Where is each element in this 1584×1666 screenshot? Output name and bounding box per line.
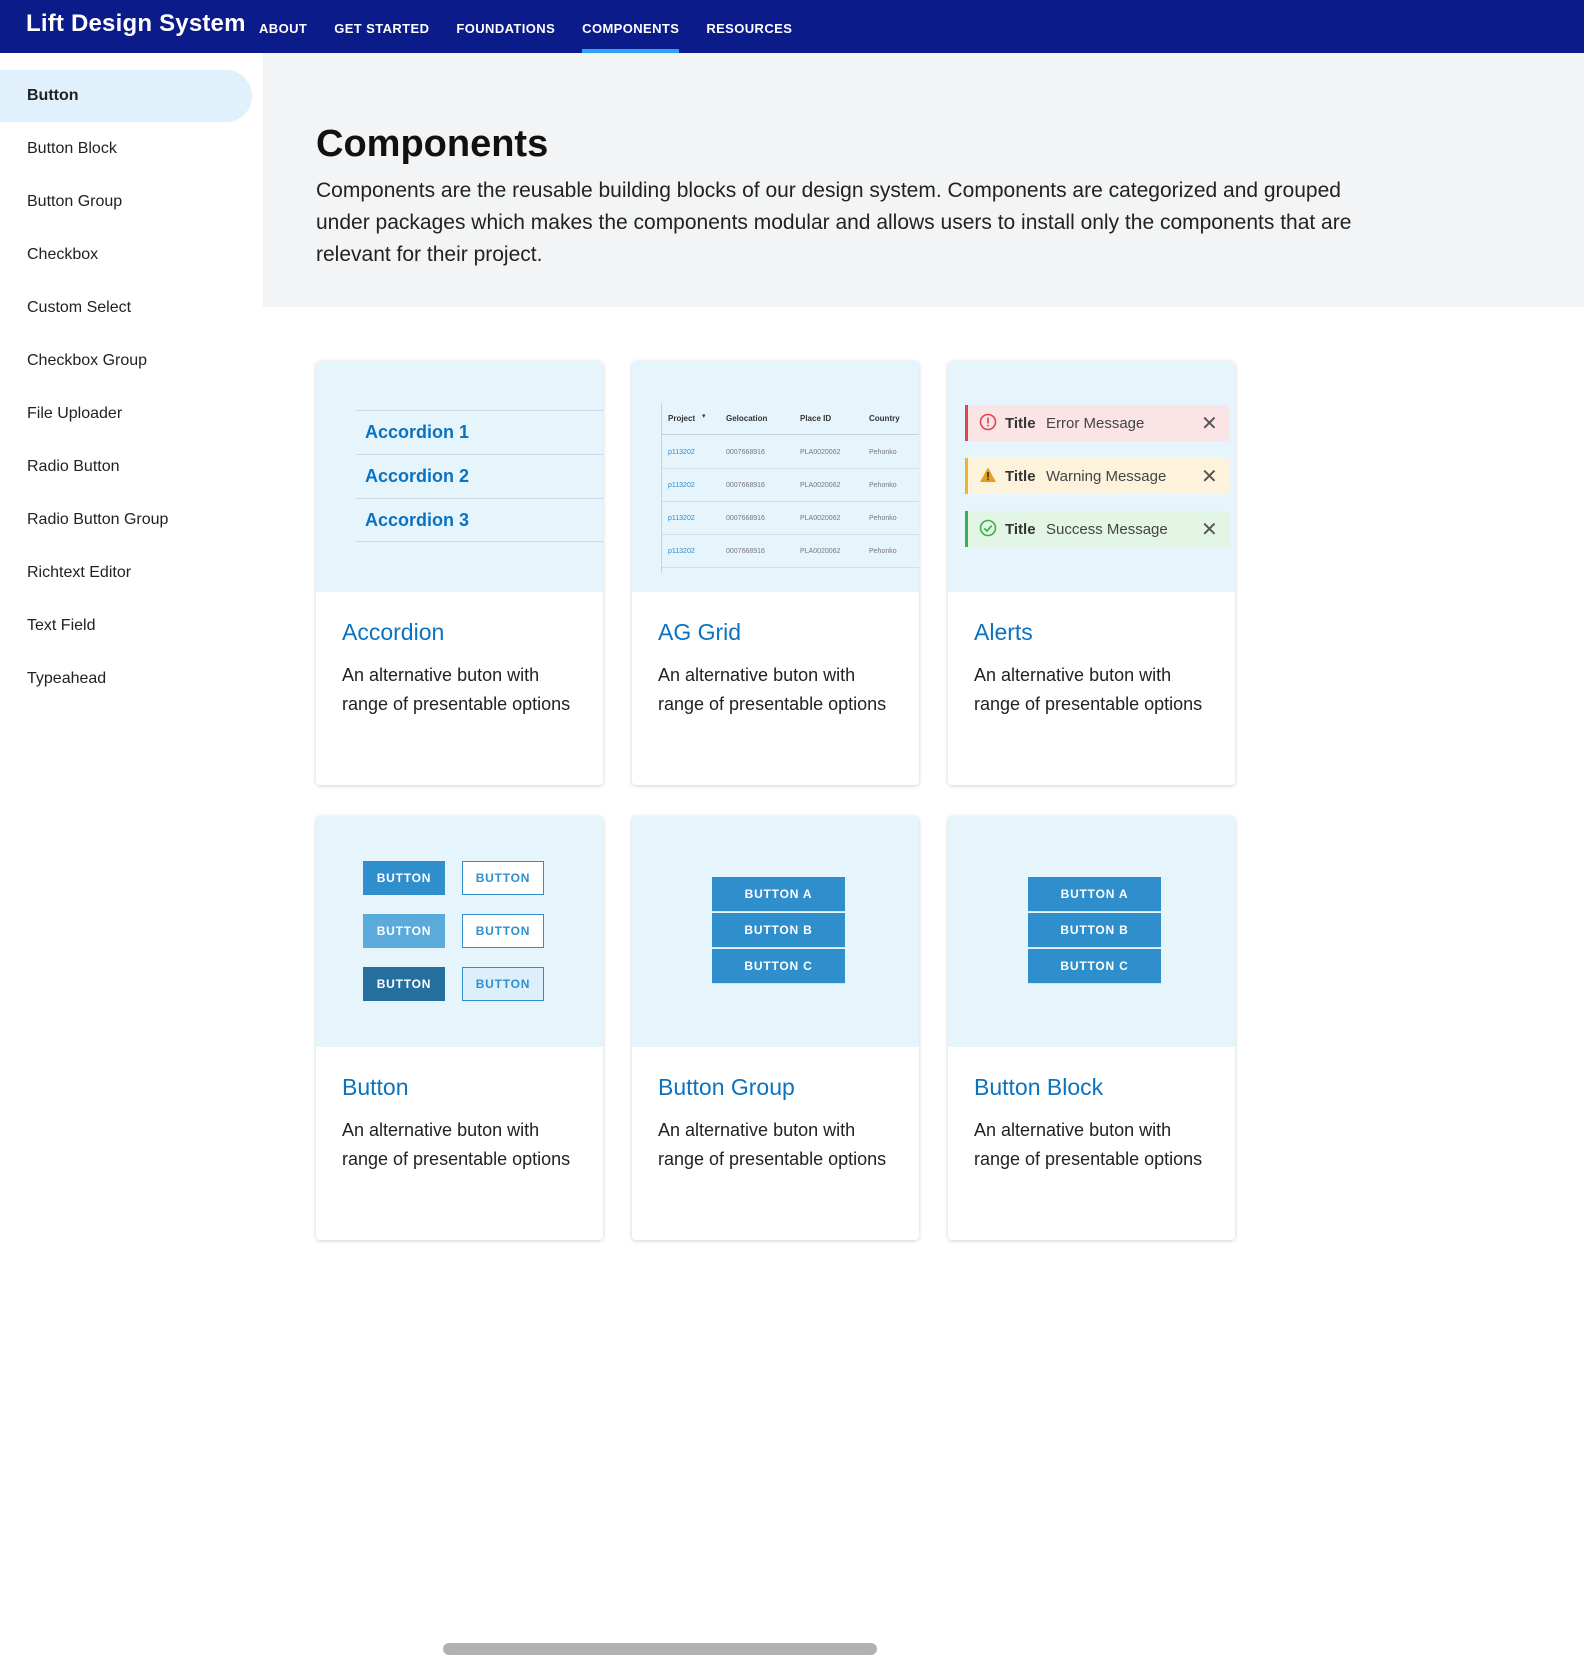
alerts-preview: Title Error Message ✕ Title Warning Mess…: [948, 361, 1235, 592]
close-icon[interactable]: ✕: [1201, 517, 1218, 542]
card-title[interactable]: Alerts: [974, 619, 1033, 646]
error-icon: [979, 413, 997, 431]
pressed-button-preview[interactable]: BUTTON: [363, 967, 445, 1001]
grid-preview-row: p113202 0007668916 PLA0020062 Pehonko: [662, 469, 919, 502]
card-description: An alternative buton with range of prese…: [658, 1120, 887, 1169]
card-description: An alternative buton with range of prese…: [974, 665, 1203, 714]
sort-caret-icon: ▾: [702, 413, 706, 420]
page-description: Components are the reusable building blo…: [316, 179, 1352, 266]
group-button-b[interactable]: BUTTON B: [712, 913, 845, 948]
grid-preview-row: p113202 0007668916 PLA0020062 Pehonko: [662, 436, 919, 469]
block-button-b[interactable]: BUTTON B: [1028, 913, 1161, 948]
card-ag-grid[interactable]: Project ▾ Gelocation Place ID Country p1…: [632, 361, 919, 785]
success-alert-preview: Title Success Message ✕: [965, 511, 1230, 547]
card-description: An alternative buton with range of prese…: [342, 1120, 571, 1169]
check-circle-icon: [979, 519, 997, 537]
top-navigation-bar: Lift Design System ABOUT GET STARTED FOU…: [0, 0, 1584, 53]
grid-preview-table: Project ▾ Gelocation Place ID Country p1…: [661, 403, 919, 573]
card-button-group[interactable]: BUTTON A BUTTON B BUTTON C Button Group …: [632, 816, 919, 1240]
sidebar-item-file-uploader[interactable]: File Uploader: [0, 388, 252, 440]
card-title[interactable]: Accordion: [342, 619, 444, 646]
error-alert-preview: Title Error Message ✕: [965, 405, 1230, 441]
grid-preview-row: p113202 0007668916 PLA0020062 Pehonko: [662, 535, 919, 568]
sidebar-item-button[interactable]: Button: [0, 70, 252, 122]
sidebar-item-richtext-editor[interactable]: Richtext Editor: [0, 547, 252, 599]
ag-grid-preview: Project ▾ Gelocation Place ID Country p1…: [632, 361, 919, 592]
accordion-preview: Accordion 1 Accordion 2 Accordion 3: [316, 361, 603, 592]
outline-button-preview[interactable]: BUTTON: [462, 861, 544, 895]
card-button-block[interactable]: BUTTON A BUTTON B BUTTON C Button Block …: [948, 816, 1235, 1240]
sidebar-item-text-field[interactable]: Text Field: [0, 600, 252, 652]
nav-foundations[interactable]: FOUNDATIONS: [456, 0, 555, 53]
sidebar-item-radio-button-group[interactable]: Radio Button Group: [0, 494, 252, 546]
outline-pressed-button-preview[interactable]: BUTTON: [462, 967, 544, 1001]
sidebar-item-custom-select[interactable]: Custom Select: [0, 282, 252, 334]
brand-logo[interactable]: Lift Design System: [26, 10, 246, 38]
group-button-c[interactable]: BUTTON C: [712, 949, 845, 984]
accordion-preview-item: Accordion 3: [356, 498, 603, 542]
block-button-a[interactable]: BUTTON A: [1028, 877, 1161, 912]
card-accordion[interactable]: Accordion 1 Accordion 2 Accordion 3 Acco…: [316, 361, 603, 785]
card-description: An alternative buton with range of prese…: [342, 665, 571, 714]
page-header: Components Components are the reusable b…: [263, 53, 1584, 307]
sidebar-item-checkbox-group[interactable]: Checkbox Group: [0, 335, 252, 387]
close-icon[interactable]: ✕: [1201, 411, 1218, 436]
nav-resources[interactable]: RESOURCES: [706, 0, 792, 53]
main-nav: ABOUT GET STARTED FOUNDATIONS COMPONENTS…: [259, 0, 819, 53]
accordion-preview-item: Accordion 2: [356, 454, 603, 498]
accordion-preview-item: Accordion 1: [356, 410, 603, 454]
hover-button-preview[interactable]: BUTTON: [363, 914, 445, 948]
sidebar-item-radio-button[interactable]: Radio Button: [0, 441, 252, 493]
sidebar-item-checkbox[interactable]: Checkbox: [0, 229, 252, 281]
group-button-a[interactable]: BUTTON A: [712, 877, 845, 912]
page-title: Components: [316, 123, 549, 165]
card-button[interactable]: BUTTON BUTTON BUTTON BUTTON BUTTON BUTTO…: [316, 816, 603, 1240]
sidebar: Button Button Block Button Group Checkbo…: [0, 53, 263, 1666]
sidebar-item-button-group[interactable]: Button Group: [0, 176, 252, 228]
grid-preview-row: p113202 0007668916 PLA0020062 Pehonko: [662, 502, 919, 535]
block-button-c[interactable]: BUTTON C: [1028, 949, 1161, 984]
warning-alert-preview: Title Warning Message ✕: [965, 458, 1230, 494]
close-icon[interactable]: ✕: [1201, 464, 1218, 489]
outline-hover-button-preview[interactable]: BUTTON: [462, 914, 544, 948]
card-description: An alternative buton with range of prese…: [974, 1120, 1203, 1169]
nav-get-started[interactable]: GET STARTED: [334, 0, 429, 53]
card-title[interactable]: Button Group: [658, 1074, 795, 1101]
horizontal-scrollbar[interactable]: [443, 1643, 877, 1655]
button-preview: BUTTON BUTTON BUTTON BUTTON BUTTON BUTTO…: [316, 816, 603, 1047]
button-block-preview: BUTTON A BUTTON B BUTTON C: [948, 816, 1235, 1047]
card-title[interactable]: Button Block: [974, 1074, 1103, 1101]
grid-preview-header: Project ▾ Gelocation Place ID Country: [662, 403, 919, 435]
warning-icon: [980, 467, 996, 482]
sidebar-item-typeahead[interactable]: Typeahead: [0, 653, 252, 705]
sidebar-item-button-block[interactable]: Button Block: [0, 123, 252, 175]
card-alerts[interactable]: Title Error Message ✕ Title Warning Mess…: [948, 361, 1235, 785]
solid-button-preview[interactable]: BUTTON: [363, 861, 445, 895]
card-title[interactable]: AG Grid: [658, 619, 741, 646]
button-group-preview: BUTTON A BUTTON B BUTTON C: [632, 816, 919, 1047]
card-title[interactable]: Button: [342, 1074, 409, 1101]
nav-about[interactable]: ABOUT: [259, 0, 307, 53]
nav-components[interactable]: COMPONENTS: [582, 0, 680, 53]
card-description: An alternative buton with range of prese…: [658, 665, 887, 714]
